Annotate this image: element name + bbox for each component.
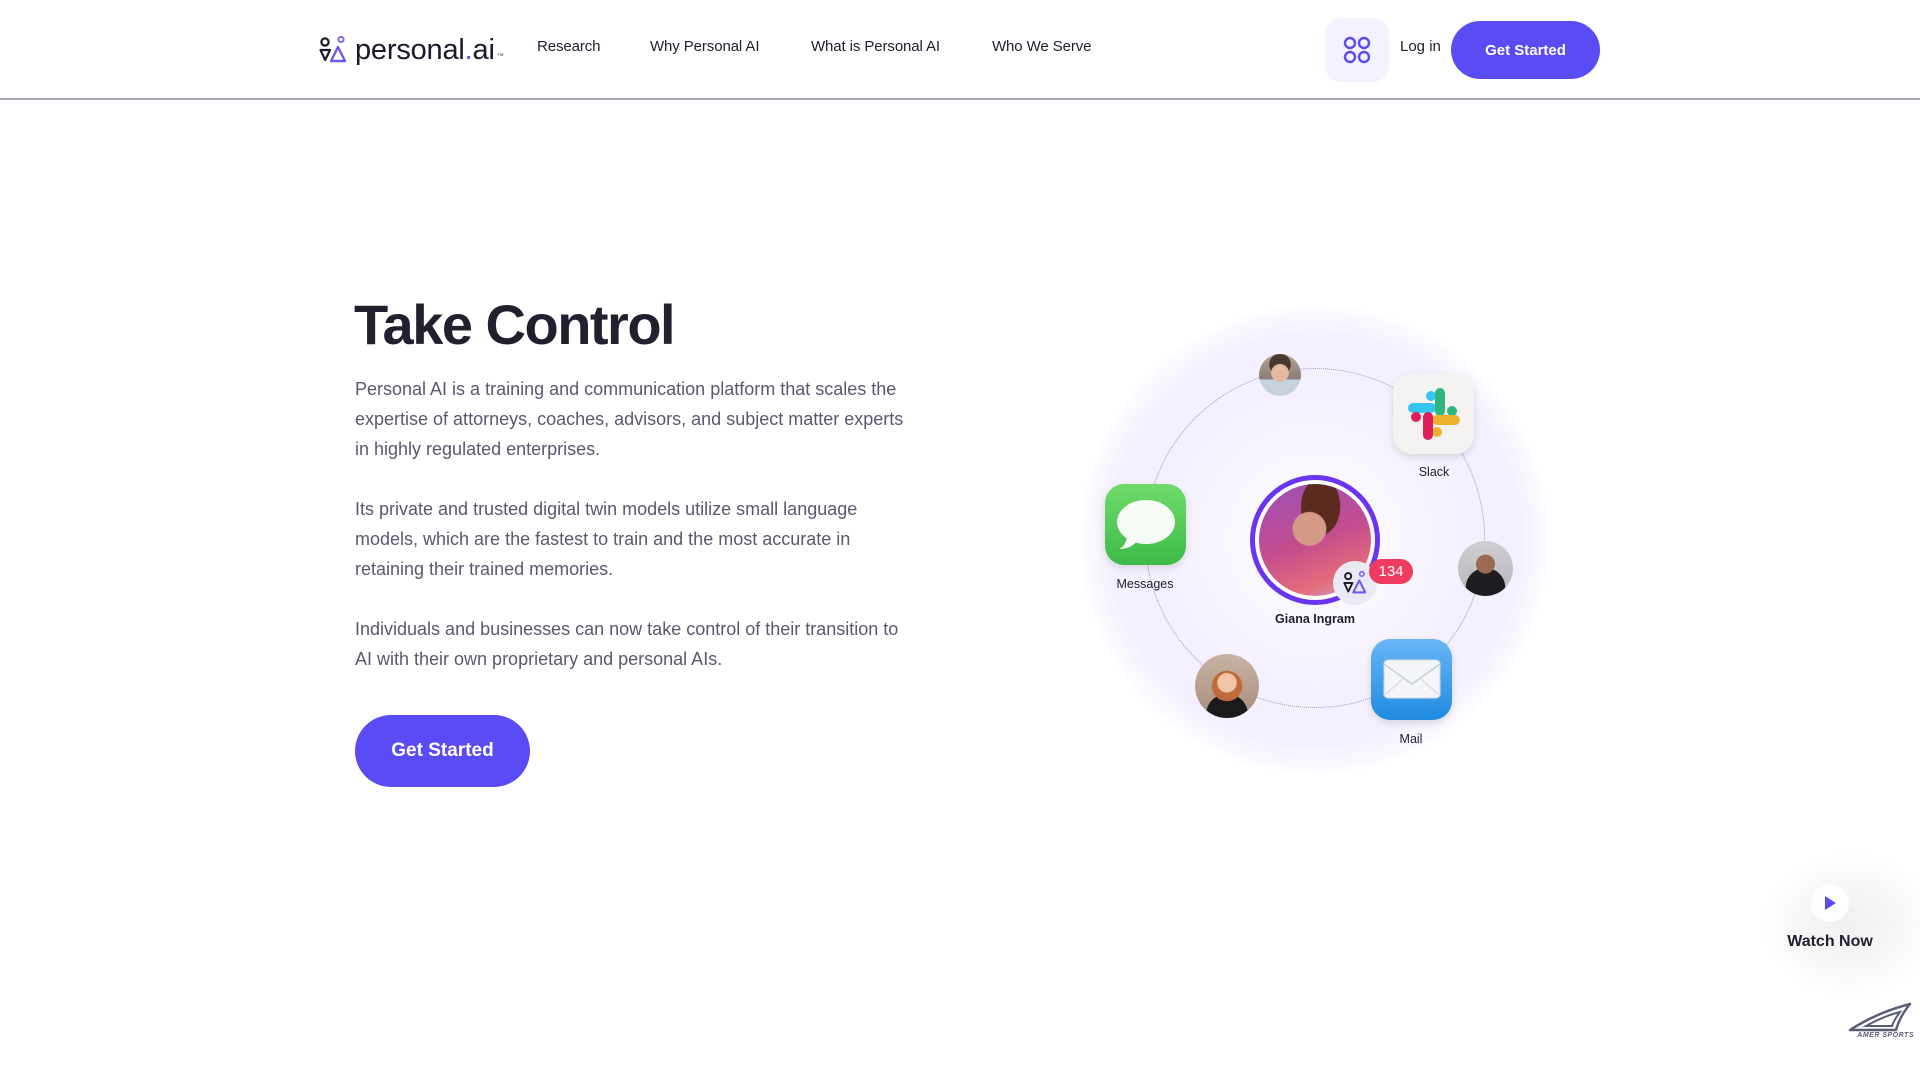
hero-paragraph-3: Individuals and businesses can now take …	[355, 619, 899, 669]
nav-what-is-personal-ai[interactable]: What is Personal AI	[811, 38, 940, 55]
play-icon	[1825, 896, 1836, 910]
mail-icon	[1371, 639, 1452, 720]
contact-avatar-top	[1259, 354, 1301, 396]
hero-get-started-button[interactable]: Get Started	[355, 715, 530, 787]
center-profile-name: Giana Ingram	[1275, 612, 1355, 626]
hero-paragraph-2: Its private and trusted digital twin mod…	[355, 499, 858, 579]
watch-now-glow	[1760, 850, 1920, 1000]
contact-avatar-bottom-left	[1195, 654, 1259, 718]
brand-logo[interactable]: personal.ai ™	[319, 30, 504, 70]
messages-icon	[1105, 484, 1186, 565]
watch-now-label[interactable]: Watch Now	[1770, 933, 1890, 951]
nav-why-personal-ai[interactable]: Why Personal AI	[650, 38, 759, 55]
nav-who-we-serve[interactable]: Who We Serve	[992, 38, 1092, 55]
contact-avatar-right	[1458, 541, 1513, 596]
personal-ai-logo-icon	[1343, 570, 1367, 594]
notification-count-badge: 134	[1369, 559, 1413, 584]
hero-title: Take Control	[354, 293, 676, 356]
amer-sports-wordmark: AMER SPORTS	[1857, 1032, 1914, 1039]
logo-wordmark: personal.ai	[355, 33, 495, 66]
messages-label: Messages	[1116, 577, 1174, 591]
slack-label: Slack	[1418, 465, 1450, 479]
slack-icon	[1393, 373, 1474, 454]
nav-research[interactable]: Research	[537, 38, 601, 55]
header-get-started-button[interactable]: Get Started	[1451, 21, 1600, 79]
login-link[interactable]: Log in	[1400, 38, 1441, 55]
grid-icon	[1343, 36, 1371, 64]
site-header: personal.ai ™ Research Why Personal AI W…	[0, 0, 1920, 100]
personal-ai-logo-icon	[319, 35, 347, 63]
hero-paragraph-1: Personal AI is a training and communicat…	[355, 379, 904, 459]
trademark-symbol: ™	[496, 53, 504, 60]
apps-menu-button[interactable]	[1325, 18, 1389, 82]
watch-now-play-button[interactable]	[1811, 884, 1849, 922]
mail-label: Mail	[1399, 732, 1423, 746]
